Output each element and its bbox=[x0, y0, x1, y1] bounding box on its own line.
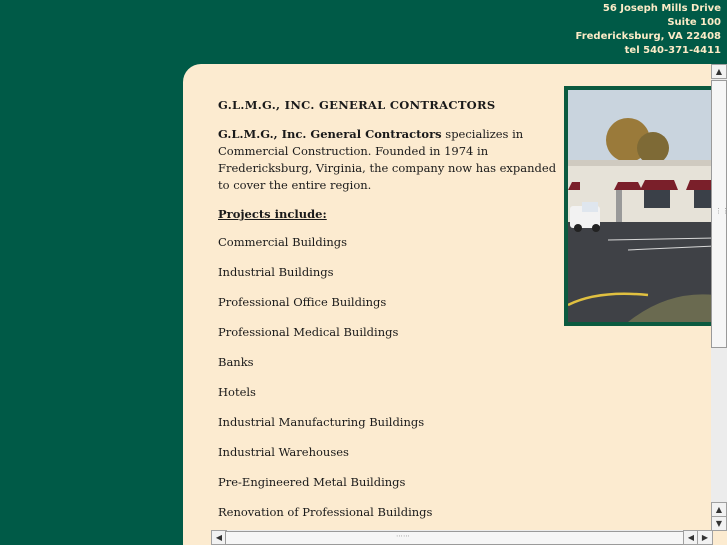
grip-icon: ⋯⋯ bbox=[396, 532, 410, 540]
intro-paragraph: G.L.M.G., Inc. General Contractors speci… bbox=[218, 126, 563, 194]
address-street: 56 Joseph Mills Drive bbox=[602, 3, 721, 14]
vertical-scrollbar[interactable]: ▲ ⋮⋮ ▲ ▼ bbox=[711, 64, 727, 531]
list-item: Professional Office Buildings bbox=[218, 295, 387, 309]
list-item: Industrial Buildings bbox=[218, 265, 334, 279]
scroll-up-button-lower[interactable]: ▲ bbox=[711, 502, 727, 517]
projects-label: Projects include: bbox=[218, 207, 327, 221]
projects-list: Commercial Buildings Industrial Building… bbox=[218, 235, 563, 535]
main-content: G.L.M.G., INC. GENERAL CONTRACTORS G.L.M… bbox=[218, 98, 563, 535]
building-photo-image bbox=[568, 90, 715, 322]
page-title: G.L.M.G., INC. GENERAL CONTRACTORS bbox=[218, 98, 496, 112]
scroll-down-button[interactable]: ▼ bbox=[711, 516, 727, 531]
building-photo bbox=[564, 86, 719, 326]
list-item: Pre-Engineered Metal Buildings bbox=[218, 475, 406, 489]
list-item: Banks bbox=[218, 355, 254, 369]
intro-company-name: G.L.M.G., Inc. General Contractors bbox=[218, 127, 442, 141]
list-item: Industrial Manufacturing Buildings bbox=[218, 415, 425, 429]
list-item: Professional Medical Buildings bbox=[218, 325, 399, 339]
horizontal-scrollbar[interactable]: ◀ ⋯⋯ ◀ ▶ bbox=[211, 530, 713, 545]
list-item: Commercial Buildings bbox=[218, 235, 348, 249]
list-item: Industrial Warehouses bbox=[218, 445, 349, 459]
address-suite: Suite 100 bbox=[667, 17, 721, 28]
vertical-scroll-thumb[interactable]: ⋮⋮ bbox=[711, 80, 727, 348]
address-city: Fredericksburg, VA 22408 bbox=[575, 31, 721, 42]
content-panel: G.L.M.G., INC. GENERAL CONTRACTORS G.L.M… bbox=[183, 64, 727, 545]
grip-icon: ⋮⋮ bbox=[715, 207, 727, 215]
company-address: 56 Joseph Mills Drive Suite 100 Frederic… bbox=[576, 2, 721, 58]
horizontal-scroll-thumb[interactable]: ⋯⋯ bbox=[225, 531, 685, 545]
list-item: Hotels bbox=[218, 385, 256, 399]
scroll-right-button[interactable]: ▶ bbox=[697, 530, 713, 545]
scroll-up-button[interactable]: ▲ bbox=[711, 64, 727, 79]
address-phone: tel 540-371-4411 bbox=[624, 45, 721, 56]
